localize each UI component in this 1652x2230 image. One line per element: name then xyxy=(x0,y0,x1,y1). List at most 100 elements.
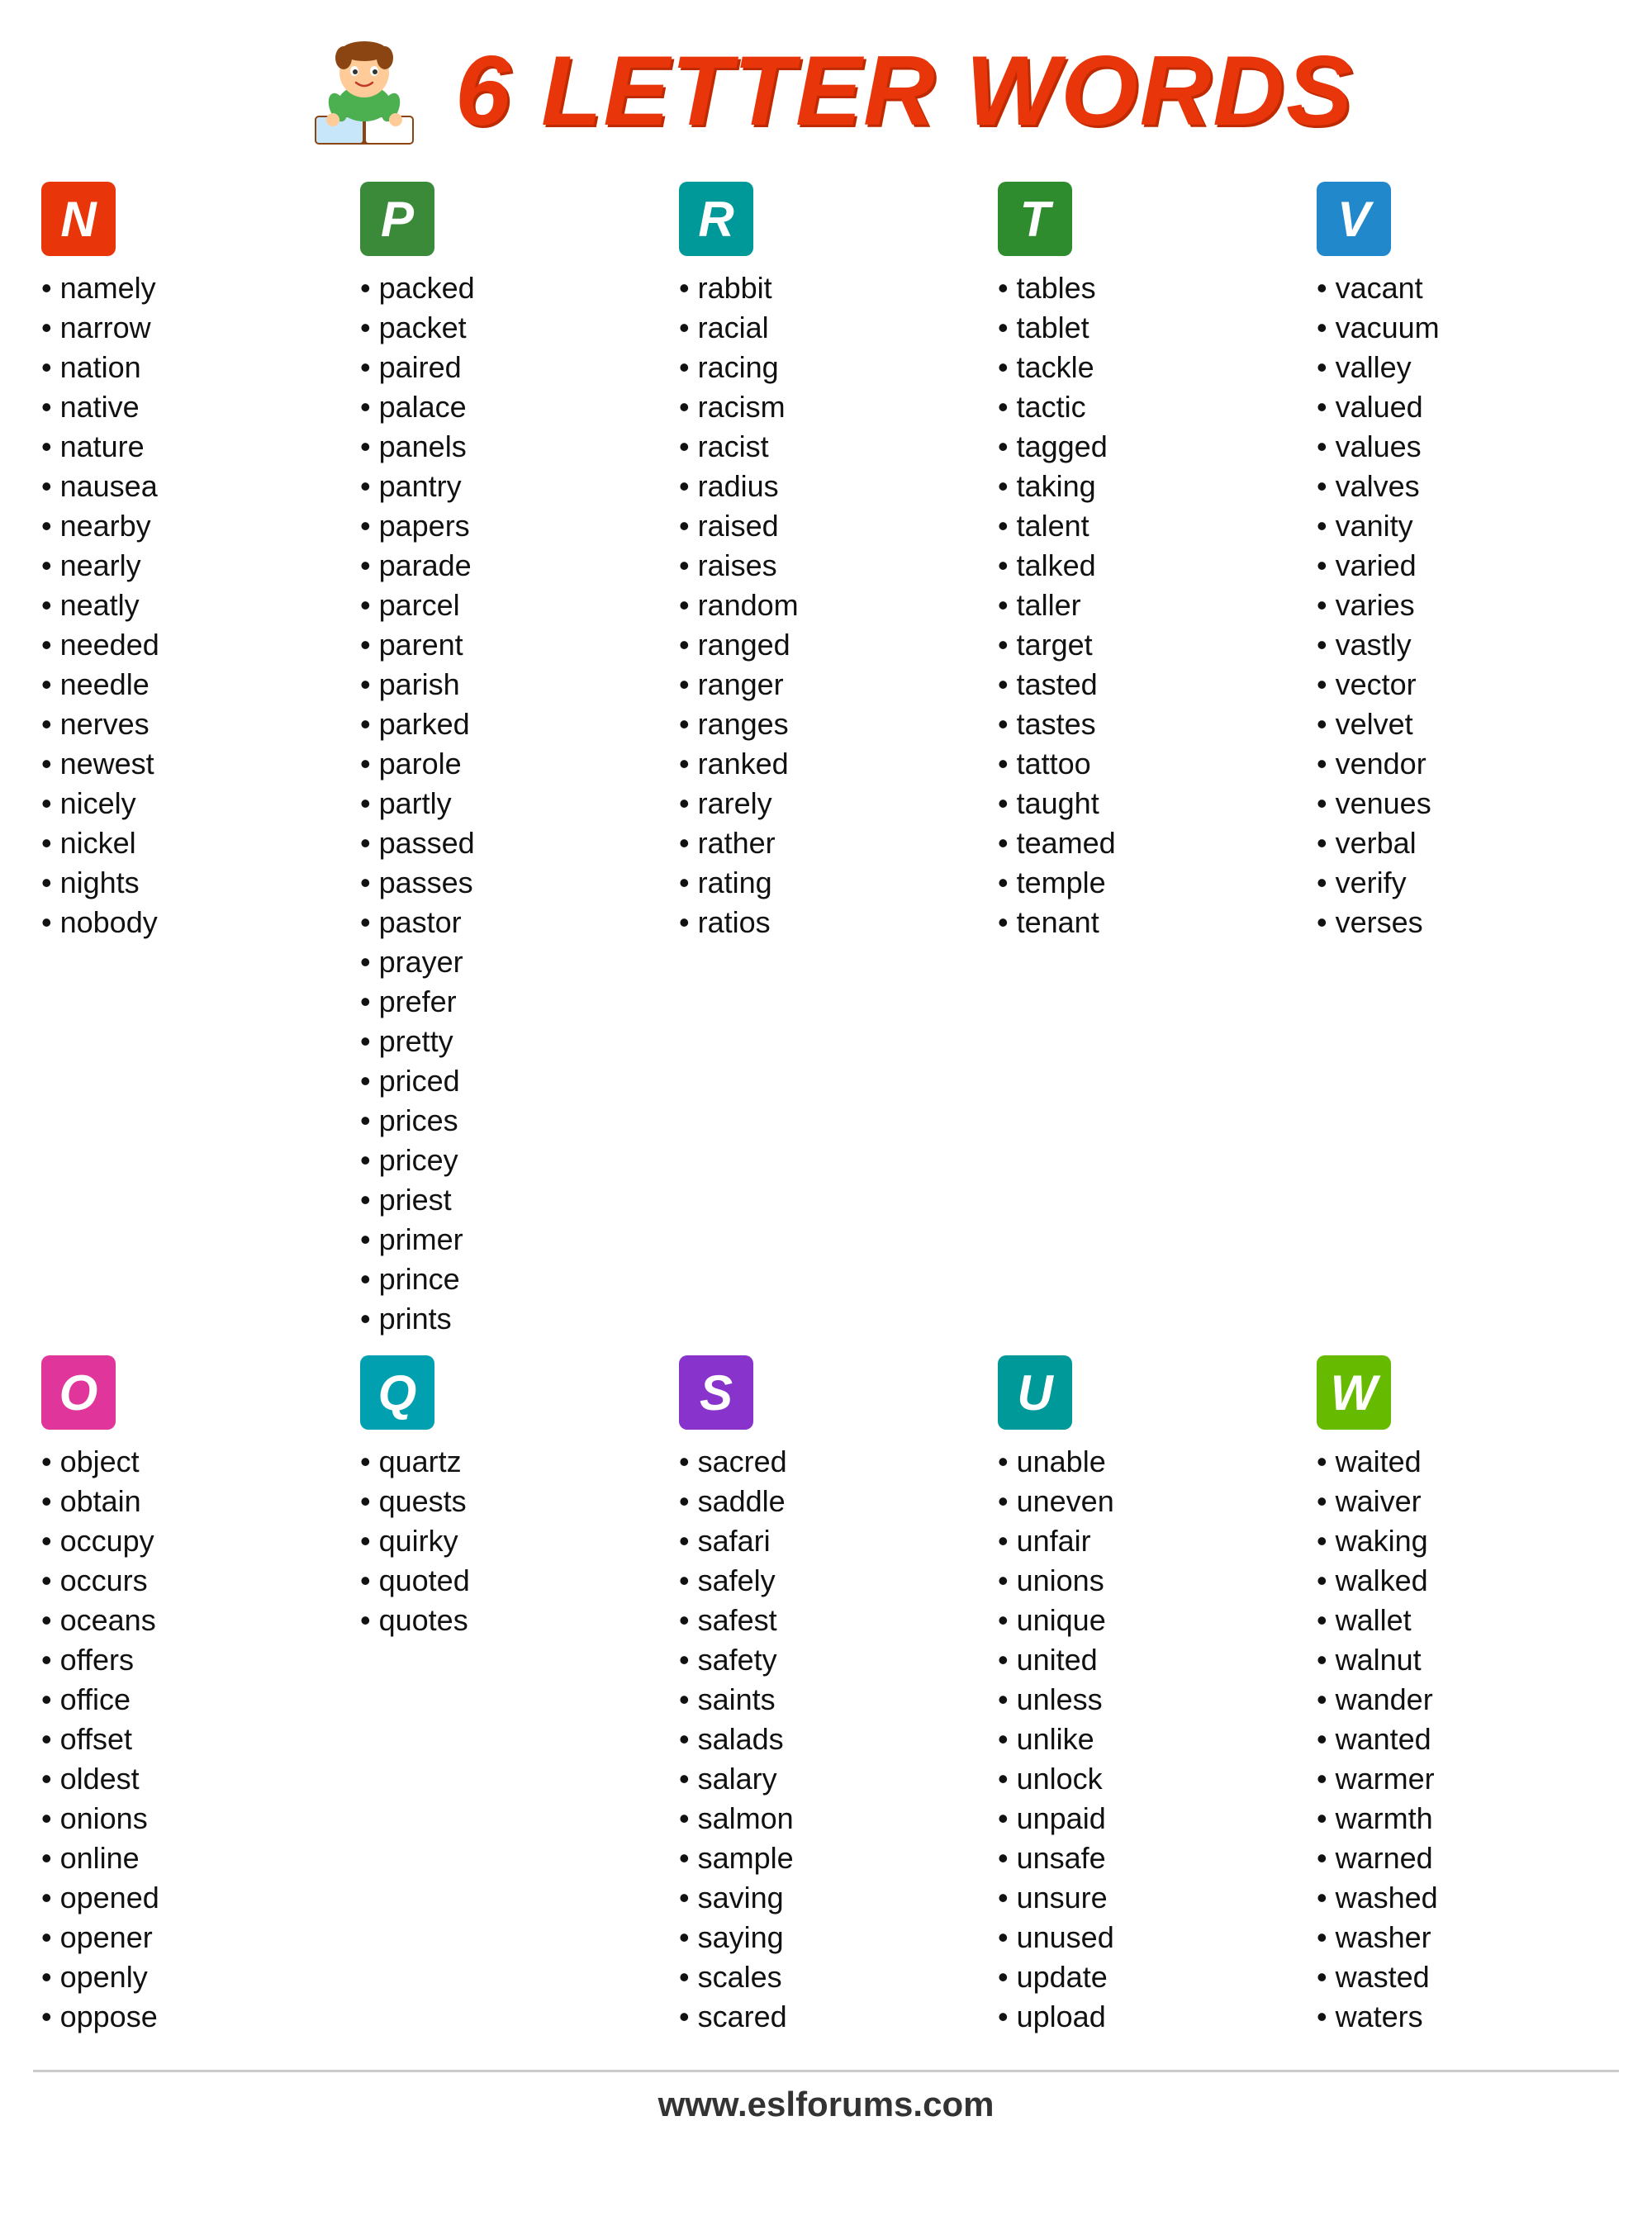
list-item: washer xyxy=(1308,1918,1619,1957)
list-item: varies xyxy=(1308,586,1619,625)
badge-s: S xyxy=(679,1355,753,1430)
list-item: needed xyxy=(33,625,344,665)
list-item: target xyxy=(990,625,1300,665)
list-item: talked xyxy=(990,546,1300,586)
list-item: oldest xyxy=(33,1759,344,1799)
list-item: unlike xyxy=(990,1720,1300,1759)
list-item: priced xyxy=(352,1061,662,1101)
word-list-n: namely narrow nation native nature nause… xyxy=(33,268,344,942)
list-item: nobody xyxy=(33,903,344,942)
list-item: verify xyxy=(1308,863,1619,903)
list-item: saddle xyxy=(671,1482,981,1521)
list-item: wander xyxy=(1308,1680,1619,1720)
list-item: rabbit xyxy=(671,268,981,308)
list-item: parole xyxy=(352,744,662,784)
list-item: packet xyxy=(352,308,662,348)
list-item: salads xyxy=(671,1720,981,1759)
badge-s-letter: S xyxy=(700,1364,733,1421)
list-item: ranger xyxy=(671,665,981,705)
column-q: Q quartz quests quirky quoted quotes xyxy=(352,1355,662,2053)
list-item: salmon xyxy=(671,1799,981,1839)
list-item: partly xyxy=(352,784,662,823)
list-item: sample xyxy=(671,1839,981,1878)
list-item: onions xyxy=(33,1799,344,1839)
list-item: values xyxy=(1308,427,1619,467)
badge-p: P xyxy=(360,182,434,256)
list-item: tasted xyxy=(990,665,1300,705)
list-item: taking xyxy=(990,467,1300,506)
list-item: nickel xyxy=(33,823,344,863)
column-u: U unable uneven unfair unions unique uni… xyxy=(990,1355,1300,2053)
list-item: papers xyxy=(352,506,662,546)
list-item: talent xyxy=(990,506,1300,546)
list-item: pantry xyxy=(352,467,662,506)
list-item: varied xyxy=(1308,546,1619,586)
list-item: tenant xyxy=(990,903,1300,942)
list-item: wasted xyxy=(1308,1957,1619,1997)
list-item: racism xyxy=(671,387,981,427)
list-item: valves xyxy=(1308,467,1619,506)
list-item: parent xyxy=(352,625,662,665)
list-item: tagged xyxy=(990,427,1300,467)
list-item: prices xyxy=(352,1101,662,1141)
footer-url: www.eslforums.com xyxy=(658,2085,995,2123)
list-item: walked xyxy=(1308,1561,1619,1601)
list-item: vanity xyxy=(1308,506,1619,546)
list-item: offset xyxy=(33,1720,344,1759)
word-list-r: rabbit racial racing racism racist radiu… xyxy=(671,268,981,942)
list-item: tablet xyxy=(990,308,1300,348)
word-list-s: sacred saddle safari safely safest safet… xyxy=(671,1442,981,2037)
list-item: tables xyxy=(990,268,1300,308)
footer: www.eslforums.com xyxy=(33,2070,1619,2137)
list-item: packed xyxy=(352,268,662,308)
top-grid: N namely narrow nation native nature nau… xyxy=(33,182,1619,1355)
list-item: priest xyxy=(352,1180,662,1220)
list-item: primer xyxy=(352,1220,662,1260)
list-item: safest xyxy=(671,1601,981,1640)
list-item: online xyxy=(33,1839,344,1878)
badge-v-letter: V xyxy=(1337,191,1370,248)
list-item: nerves xyxy=(33,705,344,744)
badge-r: R xyxy=(679,182,753,256)
list-item: tactic xyxy=(990,387,1300,427)
list-item: quotes xyxy=(352,1601,662,1640)
list-item: nights xyxy=(33,863,344,903)
list-item: occurs xyxy=(33,1561,344,1601)
badge-o: O xyxy=(41,1355,116,1430)
badge-q-letter: Q xyxy=(378,1364,417,1421)
list-item: nicely xyxy=(33,784,344,823)
list-item: valued xyxy=(1308,387,1619,427)
word-list-q: quartz quests quirky quoted quotes xyxy=(352,1442,662,1640)
list-item: rating xyxy=(671,863,981,903)
list-item: paired xyxy=(352,348,662,387)
list-item: obtain xyxy=(33,1482,344,1521)
list-item: parish xyxy=(352,665,662,705)
list-item: vastly xyxy=(1308,625,1619,665)
page-title: 6 LETTER WORDS xyxy=(455,34,1354,148)
list-item: waiver xyxy=(1308,1482,1619,1521)
list-item: salary xyxy=(671,1759,981,1799)
word-list-t: tables tablet tackle tactic tagged takin… xyxy=(990,268,1300,942)
list-item: washed xyxy=(1308,1878,1619,1918)
list-item: opener xyxy=(33,1918,344,1957)
list-item: newest xyxy=(33,744,344,784)
list-item: nearby xyxy=(33,506,344,546)
column-r: R rabbit racial racing racism racist rad… xyxy=(671,182,981,1355)
list-item: parked xyxy=(352,705,662,744)
list-item: safety xyxy=(671,1640,981,1680)
badge-q: Q xyxy=(360,1355,434,1430)
badge-u-letter: U xyxy=(1017,1364,1052,1421)
list-item: saying xyxy=(671,1918,981,1957)
column-t: T tables tablet tackle tactic tagged tak… xyxy=(990,182,1300,1355)
list-item: wallet xyxy=(1308,1601,1619,1640)
list-item: prints xyxy=(352,1299,662,1339)
list-item: unable xyxy=(990,1442,1300,1482)
list-item: quoted xyxy=(352,1561,662,1601)
list-item: scales xyxy=(671,1957,981,1997)
list-item: office xyxy=(33,1680,344,1720)
list-item: nausea xyxy=(33,467,344,506)
list-item: velvet xyxy=(1308,705,1619,744)
list-item: tastes xyxy=(990,705,1300,744)
list-item: unless xyxy=(990,1680,1300,1720)
list-item: walnut xyxy=(1308,1640,1619,1680)
